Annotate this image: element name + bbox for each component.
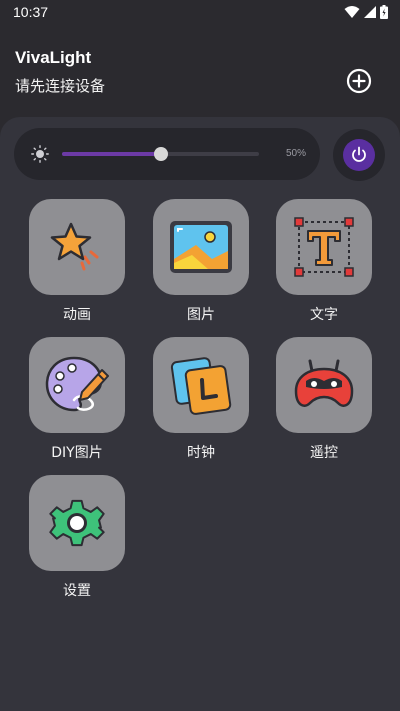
tile-remote[interactable]: 遥控 [276,337,372,462]
picture-icon [170,221,232,273]
tile-settings-label: 设置 [63,583,91,599]
palette-icon [45,356,109,412]
star-icon [50,222,99,271]
tile-settings-box [29,475,125,571]
battery-icon [380,5,388,19]
gear-icon [49,499,105,547]
tile-clock[interactable]: 时钟 [153,337,249,462]
gamepad-icon [294,359,354,407]
tile-text[interactable]: 文字 [276,199,372,324]
tile-picture-box [153,199,249,295]
power-button[interactable] [333,129,385,181]
clock-cards-icon [170,357,232,415]
tile-clock-box [153,337,249,433]
tile-settings[interactable]: 设置 [29,475,125,600]
brightness-slider-thumb[interactable] [153,147,168,161]
status-bar: 10:37 [0,0,400,24]
sun-icon [31,145,49,163]
tile-text-label: 文字 [310,307,338,323]
brightness-slider[interactable] [62,147,259,161]
power-icon [352,146,366,162]
brightness-slider-fill [62,152,161,156]
tile-animation-label: 动画 [63,307,91,323]
status-time: 10:37 [13,4,49,20]
tile-text-box [276,199,372,295]
tile-animation-box [29,199,125,295]
tile-remote-label: 遥控 [310,445,338,461]
wifi-icon [344,6,360,18]
tile-animation[interactable]: 动画 [29,199,125,324]
signal-icon [364,6,376,18]
brightness-value: 50% [285,148,306,159]
tile-remote-box [276,337,372,433]
status-icons [344,4,388,20]
connection-status: 请先连接设备 [15,77,106,95]
tile-clock-label: 时钟 [187,445,215,461]
app-title: VivaLight [15,48,92,67]
text-icon [294,217,354,277]
tile-diy-picture[interactable]: DIY图片 [29,337,125,462]
tile-picture-label: 图片 [187,307,215,323]
power-button-face [343,139,375,171]
plus-circle-icon [346,68,372,94]
tile-picture[interactable]: 图片 [153,199,249,324]
add-device-button[interactable] [346,68,372,94]
tile-diy-picture-box [29,337,125,433]
tile-diy-picture-label: DIY图片 [51,445,103,461]
